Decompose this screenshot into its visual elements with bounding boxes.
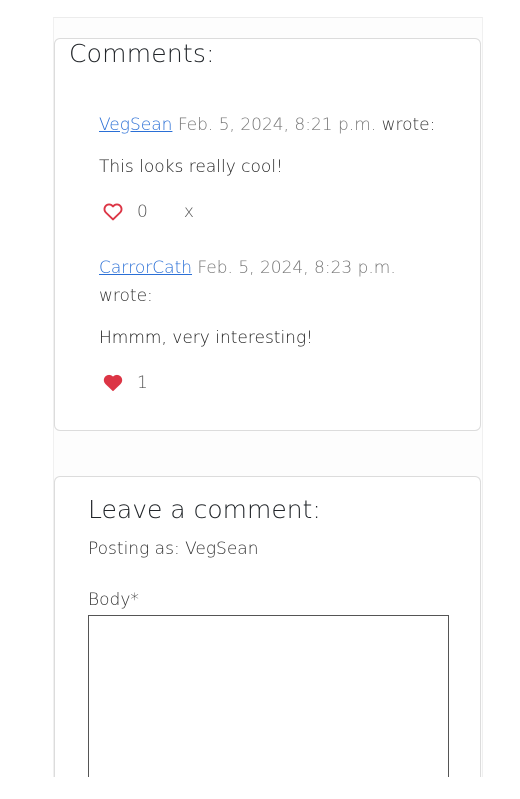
comments-title: Comments: [69, 39, 215, 68]
comment-item: CarrorCath Feb. 5, 2024, 8:23 p.m. wrote… [99, 254, 449, 394]
heart-filled-svg [103, 374, 123, 392]
comment-date: Feb. 5, 2024, 8:23 p.m. [197, 258, 396, 278]
comment-body-textarea[interactable] [88, 615, 449, 799]
comment-actions: 0 x [99, 201, 449, 223]
comment-meta: VegSean Feb. 5, 2024, 8:21 p.m. wrote: [99, 111, 449, 139]
comment-wrote-label: wrote: [381, 115, 436, 135]
comment-wrote-label: wrote: [99, 286, 153, 306]
heart-outline-icon[interactable] [103, 202, 125, 222]
heart-outline-svg [103, 203, 123, 221]
like-count: 0 [137, 202, 148, 222]
comment-date: Feb. 5, 2024, 8:21 p.m. [177, 115, 377, 135]
comment-actions: 1 [99, 372, 449, 394]
comment-meta: CarrorCath Feb. 5, 2024, 8:23 p.m. wrote… [99, 254, 449, 310]
comment-body: Hmmm, very interesting! [99, 328, 313, 348]
page: Comments: VegSean Feb. 5, 2024, 8:21 p.m… [0, 0, 520, 799]
like-count: 1 [137, 373, 148, 393]
leave-comment-card: Leave a comment: Posting as: VegSean Bod… [54, 476, 481, 799]
leave-comment-title: Leave a comment: [88, 495, 321, 524]
comment-author-link[interactable]: VegSean [99, 115, 172, 135]
comment-author-link[interactable]: CarrorCath [99, 258, 192, 278]
comments-card: Comments: VegSean Feb. 5, 2024, 8:21 p.m… [54, 38, 481, 431]
body-field-label: Body* [88, 590, 139, 610]
bottom-mask [0, 777, 520, 799]
delete-comment-button[interactable]: x [184, 202, 194, 222]
heart-filled-icon[interactable] [103, 373, 125, 393]
posting-as-label: Posting as: VegSean [88, 539, 259, 559]
comment-body: This looks really cool! [99, 157, 283, 177]
comment-item: VegSean Feb. 5, 2024, 8:21 p.m. wrote: T… [99, 111, 449, 223]
